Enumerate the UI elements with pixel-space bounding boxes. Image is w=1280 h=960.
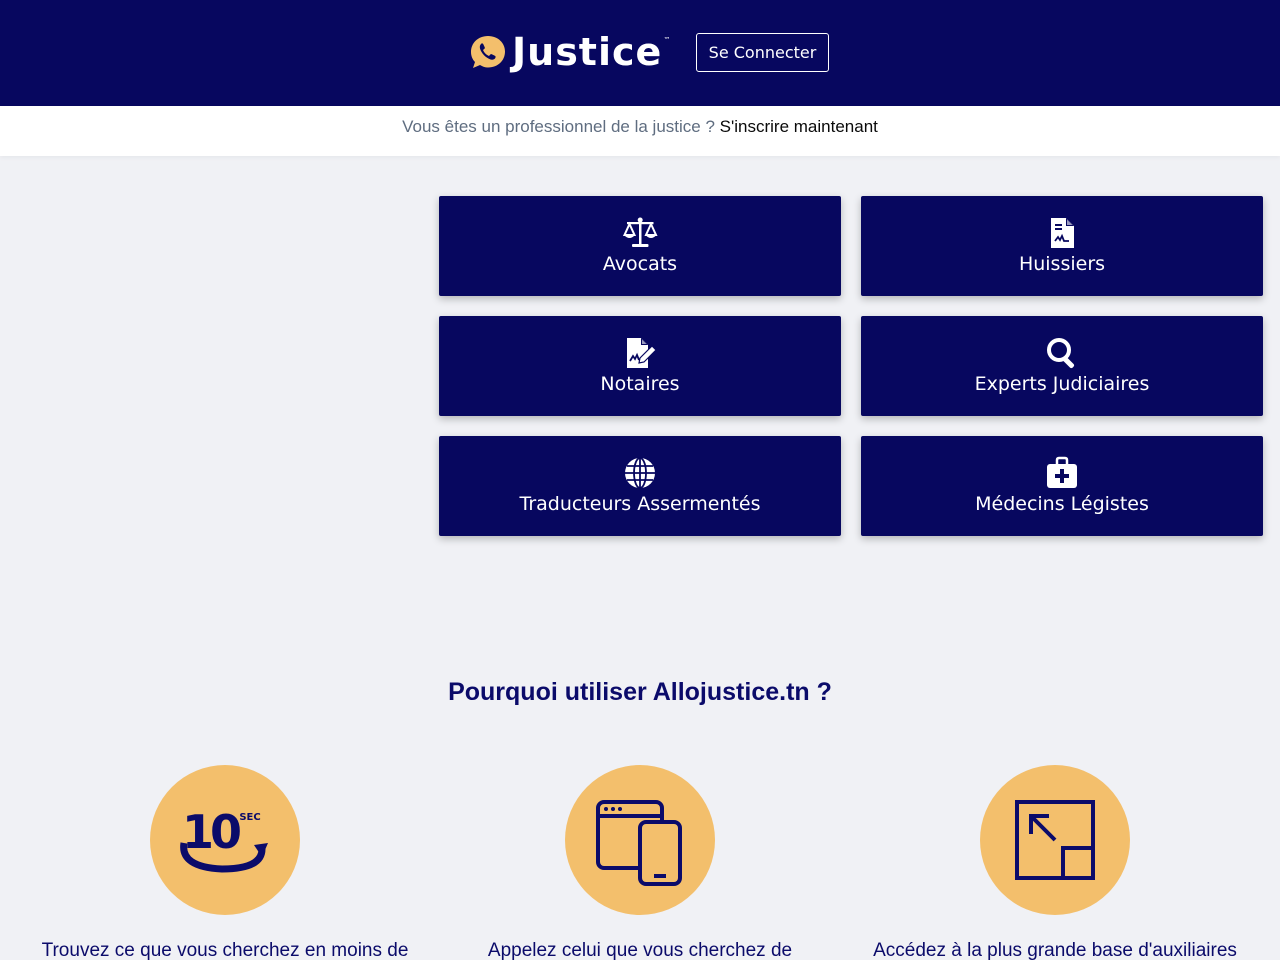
category-card-medecins-legistes[interactable]: Médecins Légistes	[861, 436, 1263, 536]
medical-kit-icon	[1047, 456, 1077, 488]
category-card-experts-judiciaires[interactable]: Experts Judiciaires	[861, 316, 1263, 416]
feature-text-speed: Trouvez ce que vous cherchez en moins de	[41, 940, 409, 960]
file-pen-icon	[627, 338, 657, 368]
globe-icon	[625, 457, 655, 489]
feature-text-database: Accédez à la plus grande base d'auxiliai…	[873, 940, 1237, 960]
category-card-huissiers[interactable]: Huissiers	[861, 196, 1263, 296]
category-card-notaires[interactable]: Notaires	[439, 316, 841, 416]
category-label: Médecins Légistes	[975, 493, 1149, 515]
logo-text: Justice	[512, 30, 663, 74]
why-section-title: Pourquoi utiliser Allojustice.tn ?	[448, 678, 832, 706]
feature-circle-devices	[565, 765, 715, 915]
phone-chat-icon	[471, 36, 505, 68]
devices-icon	[596, 800, 682, 886]
expand-icon	[1015, 800, 1095, 880]
scale-balance-icon	[622, 217, 658, 247]
feature-circle-database	[980, 765, 1130, 915]
document-signature-icon	[1051, 218, 1074, 248]
feature-circle-speed: 10 SEC	[150, 765, 300, 915]
ten-seconds-unit: SEC	[239, 812, 260, 823]
category-label: Experts Judiciaires	[974, 373, 1150, 395]
pro-signup-bar: Vous êtes un professionnel de la justice…	[0, 106, 1280, 156]
category-label: Notaires	[600, 373, 680, 395]
header: Justice ™ Se Connecter	[0, 0, 1280, 106]
signup-link[interactable]: S'inscrire maintenant	[720, 117, 878, 136]
category-label: Avocats	[602, 253, 678, 275]
trademark-mark: ™	[663, 36, 671, 44]
ten-seconds-number: 10	[182, 805, 240, 859]
logo[interactable]: Justice ™	[470, 32, 670, 72]
ten-seconds-icon: 10 SEC	[180, 805, 268, 873]
category-card-avocats[interactable]: Avocats	[439, 196, 841, 296]
search-icon	[1047, 338, 1075, 369]
pro-question-text: Vous êtes un professionnel de la justice…	[402, 117, 715, 136]
category-label: Traducteurs Assermentés	[519, 493, 761, 515]
login-button[interactable]: Se Connecter	[696, 33, 829, 72]
category-card-traducteurs-assermentes[interactable]: Traducteurs Assermentés	[439, 436, 841, 536]
feature-text-devices: Appelez celui que vous cherchez de	[487, 940, 793, 960]
category-label: Huissiers	[1018, 253, 1106, 275]
